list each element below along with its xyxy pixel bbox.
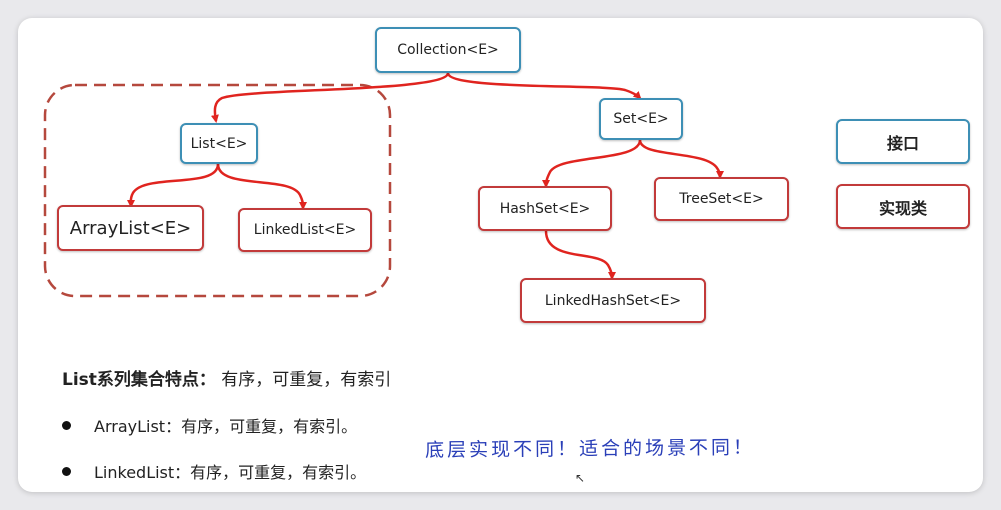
arrow-collection-to-set	[446, 72, 642, 100]
arrow-set-to-hashset	[542, 139, 642, 188]
bullet-linkedlist: LinkedList：有序，可重复，有索引。	[62, 459, 366, 483]
arrow-collection-to-list	[210, 72, 450, 123]
list-features-heading: List系列集合特点： 有序，可重复，有索引	[62, 365, 391, 390]
bullet-arraylist-text: ArrayList：有序，可重复，有索引。	[94, 417, 358, 436]
arrow-set-to-treeset	[638, 139, 724, 179]
node-linkedlist: LinkedList<E>	[238, 208, 372, 252]
list-group-dashed-border	[43, 83, 392, 298]
heading-bold-label: List系列集合特点：	[62, 370, 216, 390]
legend-interface: 接口	[836, 119, 970, 164]
node-set: Set<E>	[599, 98, 683, 140]
mouse-cursor-icon: ↖	[575, 471, 586, 485]
handwritten-annotation: 底层实现不同！适合的场景不同！	[424, 436, 756, 462]
node-hashset: HashSet<E>	[478, 186, 612, 231]
arrow-hashset-to-linkedhashset	[544, 230, 616, 280]
bullet-dot-icon	[62, 466, 71, 476]
node-arraylist: ArrayList<E>	[57, 205, 204, 251]
node-list: List<E>	[180, 123, 258, 164]
heading-rest-label: 有序，可重复，有索引	[215, 370, 392, 390]
arrow-list-to-linkedlist	[216, 163, 307, 210]
bullet-linkedlist-text: LinkedList：有序，可重复，有索引。	[94, 463, 367, 482]
legend-implementation: 实现类	[836, 184, 970, 229]
arrow-list-to-arraylist	[126, 163, 220, 208]
node-treeset: TreeSet<E>	[654, 177, 789, 221]
node-linkedhashset: LinkedHashSet<E>	[520, 278, 706, 323]
bullet-arraylist: ArrayList：有序，可重复，有索引。	[62, 413, 357, 437]
bullet-dot-icon	[62, 420, 71, 430]
node-collection: Collection<E>	[375, 27, 521, 73]
